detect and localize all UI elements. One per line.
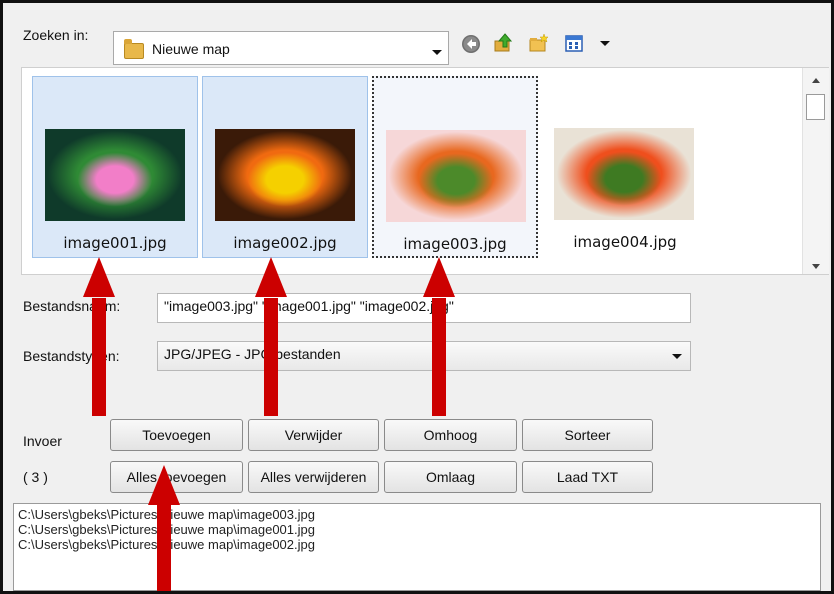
move-up-button[interactable]: Omhoog [384, 419, 517, 451]
scroll-down-icon[interactable] [812, 264, 820, 269]
selected-paths-list[interactable]: C:\Users\gbeks\Pictures\Nieuwe map\image… [13, 503, 821, 591]
file-list-scrollbar[interactable] [802, 68, 829, 274]
view-menu-icon[interactable] [565, 34, 585, 54]
image-thumbnail [215, 129, 355, 221]
annotation-arrow-shaft [432, 298, 446, 416]
filename-field[interactable]: "image003.jpg" "image001.jpg" "image002.… [157, 293, 691, 323]
file-thumbnail-item[interactable]: image002.jpg [202, 76, 368, 258]
new-folder-icon[interactable] [529, 33, 549, 53]
scroll-thumb[interactable] [806, 94, 825, 120]
path-line: C:\Users\gbeks\Pictures\Nieuwe map\image… [18, 537, 315, 552]
chevron-down-icon [432, 50, 442, 55]
look-in-value: Nieuwe map [152, 41, 230, 57]
look-in-label: Zoeken in: [23, 27, 89, 43]
image-thumbnail [45, 129, 185, 221]
image-thumbnail [386, 130, 526, 222]
scroll-up-icon[interactable] [812, 78, 820, 83]
add-button[interactable]: Toevoegen [110, 419, 243, 451]
file-name-label: image003.jpg [403, 235, 507, 253]
annotation-arrow-shaft [92, 298, 106, 416]
chevron-down-icon [672, 354, 682, 359]
path-line: C:\Users\gbeks\Pictures\Nieuwe map\image… [18, 522, 315, 537]
filetype-value: JPG/JPEG - JPG bestanden [164, 346, 341, 362]
folder-icon [124, 39, 144, 59]
file-list[interactable]: image001.jpg image002.jpg image003.jpg imag… [21, 67, 829, 275]
file-thumbnail-item[interactable]: image004.jpg [542, 76, 708, 258]
image-thumbnail [554, 128, 694, 220]
up-folder-icon[interactable] [493, 33, 513, 53]
sort-button[interactable]: Sorteer [522, 419, 653, 451]
file-name-label: image002.jpg [233, 234, 337, 252]
view-dropdown-icon[interactable] [600, 41, 610, 46]
filename-value: "image003.jpg" "image001.jpg" "image002.… [164, 298, 454, 314]
file-thumbnail-item[interactable]: image003.jpg [372, 76, 538, 258]
annotation-arrow-head [255, 257, 287, 297]
file-name-label: image001.jpg [63, 234, 167, 252]
back-icon[interactable] [461, 34, 481, 54]
annotation-arrow-head [423, 257, 455, 297]
item-count: ( 3 ) [23, 469, 48, 485]
open-file-dialog: Zoeken in: Nieuwe map image001.jpg image0… [0, 0, 834, 594]
file-thumbnail-item[interactable]: image001.jpg [32, 76, 198, 258]
input-label: Invoer [23, 433, 62, 449]
move-down-button[interactable]: Omlaag [384, 461, 517, 493]
remove-button[interactable]: Verwijder [248, 419, 379, 451]
annotation-arrow-shaft [264, 298, 278, 416]
annotation-arrow-head [148, 465, 180, 505]
annotation-arrow-head [83, 257, 115, 297]
path-line: C:\Users\gbeks\Pictures\Nieuwe map\image… [18, 507, 315, 522]
filetype-select[interactable]: JPG/JPEG - JPG bestanden [157, 341, 691, 371]
remove-all-button[interactable]: Alles verwijderen [248, 461, 379, 493]
annotation-arrow-shaft [157, 505, 171, 591]
file-name-label: image004.jpg [573, 233, 677, 251]
load-txt-button[interactable]: Laad TXT [522, 461, 653, 493]
look-in-combo[interactable]: Nieuwe map [113, 31, 449, 65]
